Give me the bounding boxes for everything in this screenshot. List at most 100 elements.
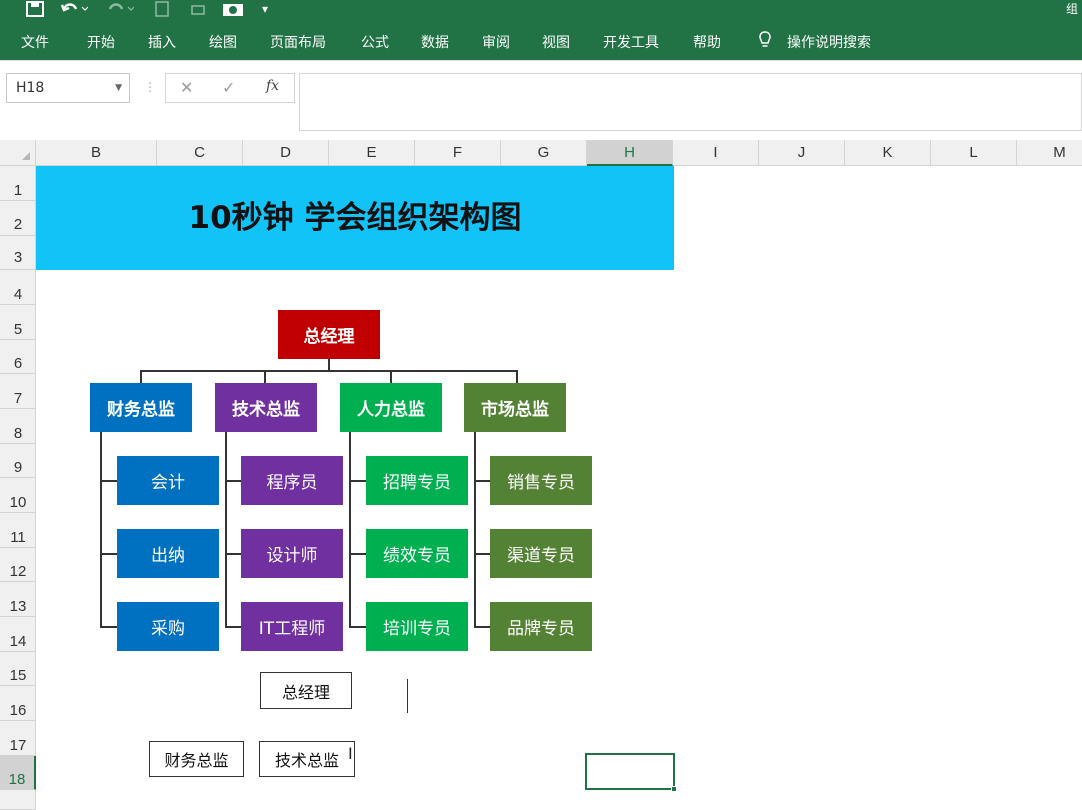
title-bar: ▾ 组 — [0, 0, 1082, 22]
title-banner[interactable]: 10秒钟 学会组织架构图 — [36, 166, 674, 270]
row-header-14[interactable]: 14 — [0, 617, 36, 652]
connector-branch — [474, 553, 491, 555]
column-header-m[interactable]: M — [1017, 140, 1082, 166]
column-header-e[interactable]: E — [329, 140, 415, 166]
select-all-corner[interactable] — [0, 140, 36, 166]
cancel-icon[interactable]: ✕ — [180, 78, 193, 97]
connector-branch — [225, 480, 242, 482]
column-headers: B C D E F G H I J K L M — [0, 140, 1082, 166]
tab-review[interactable]: 审阅 — [482, 32, 510, 52]
org-member-box[interactable]: 会计 — [117, 456, 219, 505]
selected-cell-h18[interactable] — [585, 753, 675, 790]
org-member-box[interactable]: 绩效专员 — [366, 529, 468, 578]
tell-me-search[interactable]: 操作说明搜索 — [787, 32, 871, 52]
draft-line[interactable] — [407, 679, 408, 713]
undo-icon[interactable] — [60, 1, 89, 21]
tab-developer[interactable]: 开发工具 — [603, 32, 659, 52]
row-header-5[interactable]: 5 — [0, 305, 36, 340]
column-header-g[interactable]: G — [501, 140, 587, 166]
connector-dept-4 — [516, 370, 518, 383]
row-header-16[interactable]: 16 — [0, 686, 36, 721]
tab-draw[interactable]: 绘图 — [209, 32, 237, 52]
org-dept-hr[interactable]: 人力总监 — [340, 383, 442, 432]
column-header-d[interactable]: D — [243, 140, 329, 166]
row-header-6[interactable]: 6 — [0, 340, 36, 374]
redo-icon[interactable] — [106, 1, 135, 21]
org-dept-finance[interactable]: 财务总监 — [90, 383, 192, 432]
fill-handle[interactable] — [671, 786, 677, 792]
tab-formulas[interactable]: 公式 — [361, 32, 389, 52]
connector-branch — [349, 553, 366, 555]
connector-trunk-4 — [474, 432, 476, 627]
row-header-8[interactable]: 8 — [0, 409, 36, 444]
connector-branch — [349, 626, 366, 628]
connector-dept-3 — [390, 370, 392, 383]
fx-icon[interactable]: fx — [266, 78, 279, 94]
org-member-box[interactable]: 程序员 — [241, 456, 343, 505]
save-icon[interactable] — [26, 1, 44, 21]
draft-child-box[interactable]: 技术总监 — [259, 741, 355, 777]
org-member-box[interactable]: 渠道专员 — [490, 529, 592, 578]
chevron-down-icon[interactable]: ▼ — [115, 74, 122, 102]
print-icon[interactable] — [190, 1, 206, 21]
row-header-17[interactable]: 17 — [0, 721, 36, 756]
row-header-4[interactable]: 4 — [0, 270, 36, 305]
org-member-box[interactable]: 采购 — [117, 602, 219, 651]
tab-home[interactable]: 开始 — [87, 32, 115, 52]
tab-insert[interactable]: 插入 — [148, 32, 176, 52]
formula-buttons: ✕ ✓ fx — [165, 73, 295, 103]
org-member-box[interactable]: 出纳 — [117, 529, 219, 578]
row-header-9[interactable]: 9 — [0, 444, 36, 478]
row-header-11[interactable]: 11 — [0, 513, 36, 548]
tab-view[interactable]: 视图 — [542, 32, 570, 52]
connector-horizontal — [140, 370, 518, 372]
name-box[interactable]: H18 ▼ — [6, 73, 130, 103]
customize-icon[interactable]: ▾ — [262, 1, 268, 17]
more-options-icon[interactable]: ⋮ — [144, 80, 156, 94]
lightbulb-icon[interactable] — [757, 30, 773, 54]
column-header-j[interactable]: J — [759, 140, 845, 166]
connector-trunk-2 — [225, 432, 227, 627]
enter-icon[interactable]: ✓ — [222, 78, 235, 97]
row-header-3[interactable]: 3 — [0, 236, 36, 270]
column-header-h[interactable]: H — [587, 140, 673, 166]
column-header-f[interactable]: F — [415, 140, 501, 166]
column-header-i[interactable]: I — [673, 140, 759, 166]
org-dept-marketing[interactable]: 市场总监 — [464, 383, 566, 432]
connector-trunk-3 — [349, 432, 351, 627]
connector-branch — [474, 626, 491, 628]
tab-help[interactable]: 帮助 — [693, 32, 721, 52]
row-header-7[interactable]: 7 — [0, 374, 36, 409]
tab-data[interactable]: 数据 — [421, 32, 449, 52]
form-icon[interactable] — [154, 1, 170, 21]
org-member-box[interactable]: 销售专员 — [490, 456, 592, 505]
tab-page-layout[interactable]: 页面布局 — [270, 32, 326, 52]
org-member-box[interactable]: 品牌专员 — [490, 602, 592, 651]
column-header-l[interactable]: L — [931, 140, 1017, 166]
column-header-b[interactable]: B — [36, 140, 157, 166]
org-member-box[interactable]: 培训专员 — [366, 602, 468, 651]
org-root-box[interactable]: 总经理 — [278, 310, 380, 359]
draft-root-box[interactable]: 总经理 — [260, 672, 352, 709]
row-header-1[interactable]: 1 — [0, 166, 36, 201]
row-header-18[interactable]: 18 — [0, 756, 36, 790]
connector-branch — [349, 480, 366, 482]
tab-file[interactable]: 文件 — [21, 32, 49, 52]
draft-child-box[interactable]: 财务总监 — [149, 741, 244, 777]
row-header-13[interactable]: 13 — [0, 582, 36, 617]
row-header-10[interactable]: 10 — [0, 478, 36, 513]
column-header-c[interactable]: C — [157, 140, 243, 166]
org-member-box[interactable]: IT工程师 — [241, 602, 343, 651]
formula-input[interactable] — [299, 73, 1082, 131]
org-dept-tech[interactable]: 技术总监 — [215, 383, 317, 432]
org-member-box[interactable]: 招聘专员 — [366, 456, 468, 505]
row-header-12[interactable]: 12 — [0, 548, 36, 582]
camera-icon[interactable] — [222, 1, 244, 21]
org-member-box[interactable]: 设计师 — [241, 529, 343, 578]
column-header-k[interactable]: K — [845, 140, 931, 166]
banner-title: 10秒钟 学会组织架构图 — [188, 200, 522, 236]
connector-branch — [100, 553, 117, 555]
row-header-2[interactable]: 2 — [0, 201, 36, 236]
row-header-19[interactable] — [0, 790, 36, 810]
row-header-15[interactable]: 15 — [0, 652, 36, 686]
